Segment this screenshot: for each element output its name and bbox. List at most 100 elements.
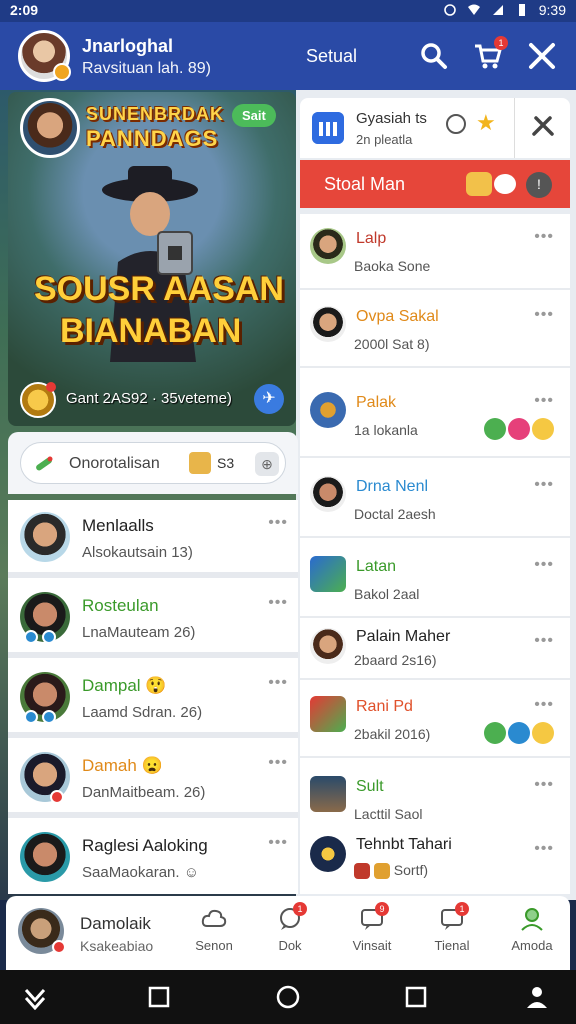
my-avatar[interactable] [18,908,66,954]
coin-icon[interactable] [20,382,56,418]
more-icon[interactable]: ••• [534,306,554,324]
bottom-navigation: Damolaik Ksakeabiao Senon 1 Dok 9 Vinsai… [6,896,570,970]
tab-amoda[interactable]: Amoda [502,906,562,966]
more-icon[interactable]: ••• [534,228,554,246]
more-icon[interactable]: ••• [268,674,288,692]
list-item-subtitle: Bakol 2aal [354,586,420,602]
game-banner[interactable]: SUNENBRDAK PANNDAGS Sait SOUSR AASAN BIA… [8,92,296,426]
tab-icon-wrap: 1 [277,902,307,932]
tab-label: Vinsait [352,938,392,953]
sticker-icon [494,174,516,194]
reaction-badges [484,722,554,744]
profile-subtitle: Ravsituan lah. 89) [82,60,211,77]
search-count: S3 [217,455,235,471]
right-contact-list: Lalp Baoka Sone ••• Ovpa Sakal 2000l Sat… [300,214,570,894]
thumbs-up-icon [484,722,506,744]
list-item-title: Dampal 😲 [82,676,167,696]
avatar [20,752,70,804]
recents-square-icon[interactable] [146,984,172,1010]
emoji-icon: 😦 [141,756,163,775]
system-navigation-bar [0,970,576,1024]
reaction-badges [484,418,554,440]
status-badge [50,790,64,804]
tab-tienal[interactable]: 1 Tienal [422,902,482,966]
list-item[interactable]: Palak 1a lokanla ••• [300,378,570,458]
search-value: Onorotalisan [69,455,160,472]
list-item-title: Raglesi Aaloking [82,836,208,855]
like-badge-icon [508,722,530,744]
right-section-bar[interactable]: Stoal Man ! [300,160,570,208]
more-icon[interactable]: ••• [534,476,554,494]
tab-badge: 1 [293,902,307,916]
thumbs-up-icon [484,418,506,440]
tab-label: Amoda [511,938,553,953]
list-item-title: Tehnbt Tahari [356,836,452,853]
more-icon[interactable]: ••• [534,840,554,858]
cart-button[interactable]: 1 [472,36,508,72]
list-item[interactable]: Menlaalls Alsokautsain 13) ••• [8,500,298,578]
tab-dok[interactable]: 1 Dok [260,902,320,966]
more-icon[interactable]: ••• [534,696,554,714]
list-item[interactable]: Raglesi Aaloking SaaMaokaran. ☺ ••• [8,820,298,894]
app-avatar [310,776,346,812]
tab-icon-wrap: 9 [359,902,389,932]
more-icon[interactable]: ••• [534,632,554,650]
list-item-title: Menlaalls [82,516,154,535]
search-card: Onorotalisan S3 ⊕ [8,432,298,494]
overview-square-icon[interactable] [403,984,429,1010]
list-item-subtitle: Sortf) [354,862,428,880]
status-badge [52,940,66,954]
list-item[interactable]: Tehnbt Tahari Sortf) ••• [300,826,570,892]
tab-label: Tienal [434,938,470,953]
search-icon[interactable] [418,40,450,72]
right-section-label: Stoal Man [324,174,406,194]
list-item[interactable]: Damah 😦 DanMaitbeam. 26) ••• [8,740,298,818]
list-item[interactable]: Drna Nenl Doctal 2aesh ••• [300,462,570,538]
avatar [310,836,346,872]
start-pill-button[interactable]: Sait [232,104,276,127]
tab-senon[interactable]: Senon [184,906,244,966]
list-item-title-text: Damah [82,756,137,775]
wrench-icon[interactable] [530,112,556,138]
list-item[interactable]: Lalp Baoka Sone ••• [300,214,570,290]
list-item-subtitle: SaaMaokaran. ☺ [82,864,199,881]
search-input[interactable]: Onorotalisan S3 ⊕ [20,442,286,484]
list-item[interactable]: Dampal 😲 Laamd Sdran. 26) ••• [8,660,298,738]
more-icon[interactable]: ••• [268,834,288,852]
filter-icon[interactable]: ⊕ [255,452,279,476]
back-chevron-icon[interactable] [22,984,48,1010]
tools-icon[interactable] [526,40,558,72]
account-icon[interactable] [524,984,550,1010]
more-icon[interactable]: ••• [268,594,288,612]
header-center-label[interactable]: Setual [306,46,357,67]
home-circle-icon[interactable] [275,984,301,1010]
info-icon[interactable]: ! [526,172,552,198]
list-item[interactable]: Latan Bakol 2aal ••• [300,542,570,618]
list-item-title-text: Dampal [82,676,141,695]
more-icon[interactable]: ••• [534,556,554,574]
avatar [310,392,346,428]
star-icon[interactable]: ★ [476,110,496,136]
list-item[interactable]: Rosteulan LnaMauteam 26) ••• [8,580,298,658]
list-item[interactable]: Ovpa Sakal 2000l Sat 8) ••• [300,292,570,368]
more-icon[interactable]: ••• [268,754,288,772]
list-item-subtitle: DanMaitbeam. 26) [82,784,206,801]
list-item[interactable]: Palain Maher 2baard 2s16) ••• [300,618,570,680]
banner-avatar [20,98,80,158]
tab-vinsait[interactable]: 9 Vinsait [342,902,402,966]
tab-badge: 9 [375,902,389,916]
more-icon[interactable]: ••• [534,776,554,794]
list-item-subtitle: 2000l Sat 8) [354,336,430,352]
sticker-icon [354,863,370,880]
profile-avatar[interactable] [18,30,71,82]
app-header: Jnarloghal Ravsituan lah. 89) Setual 1 [0,22,576,90]
clock-icon[interactable] [446,114,466,134]
list-item[interactable]: Rani Pd 2bakil 2016) ••• [300,682,570,758]
more-icon[interactable]: ••• [534,392,554,410]
more-icon[interactable]: ••• [268,514,288,532]
share-button[interactable]: ✈ [254,384,284,414]
list-item-subtitle: Doctal 2aesh [354,506,436,522]
airplane-icon: ✈ [262,390,276,407]
battery-icon [518,4,525,16]
right-top-card[interactable]: Gyasiah ts 2n pleatla ★ [300,98,570,158]
